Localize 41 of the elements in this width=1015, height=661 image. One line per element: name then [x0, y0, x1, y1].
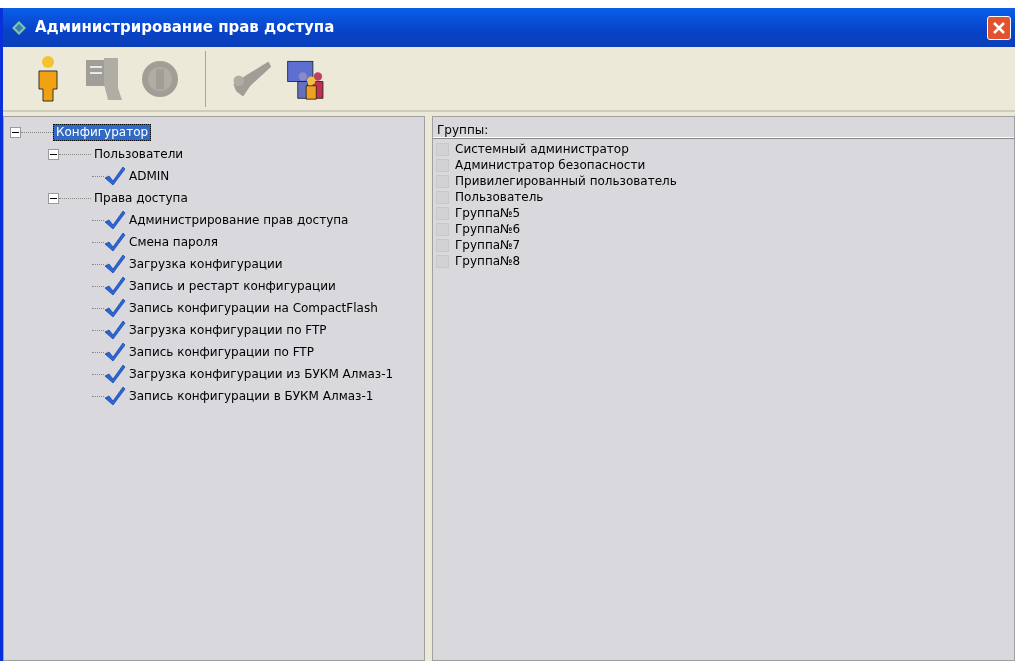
- group-label: Группа№8: [455, 253, 521, 270]
- tree-item[interactable]: Запись конфигурации по FTP: [126, 343, 317, 361]
- close-icon: [992, 20, 1006, 35]
- tree-item[interactable]: Администрирование прав доступа: [126, 211, 352, 229]
- collapse-toggle[interactable]: [48, 148, 59, 160]
- tree-item[interactable]: Загрузка конфигурации по FTP: [126, 321, 330, 339]
- checkmark-icon: [104, 210, 126, 230]
- collapse-toggle[interactable]: [48, 192, 59, 204]
- app-icon: [11, 19, 27, 36]
- close-button[interactable]: [987, 15, 1011, 40]
- tree-item[interactable]: Права доступа: [91, 189, 191, 207]
- checkmark-icon: [104, 254, 126, 274]
- group-label: Группа№6: [455, 221, 521, 238]
- groups-label: Группы:: [433, 117, 1014, 138]
- group-label: Пользователь: [455, 189, 544, 206]
- tree-item[interactable]: Загрузка конфигурации из БУКМ Алмаз-1: [126, 365, 397, 383]
- tree-item[interactable]: Пользователи: [91, 145, 187, 163]
- tree-item[interactable]: Запись и рестарт конфигурации: [126, 277, 339, 295]
- tree-item[interactable]: ADMIN: [126, 167, 173, 185]
- group-label: Системный администратор: [455, 141, 629, 158]
- tree-item[interactable]: Запись конфигурации на CompactFlash: [126, 299, 381, 317]
- checkmark-icon: [104, 386, 126, 406]
- tree-item[interactable]: Запись конфигурации в БУКМ Алмаз-1: [126, 387, 377, 405]
- collapse-toggle[interactable]: [10, 126, 21, 138]
- checkmark-icon: [104, 276, 126, 296]
- person-icon: [36, 54, 60, 103]
- checkmark-icon: [104, 320, 126, 340]
- group-label: Администратор безопасности: [455, 157, 646, 174]
- tree-item[interactable]: Загрузка конфигурации: [126, 255, 286, 273]
- checkmark-icon: [104, 232, 126, 252]
- checkmark-icon: [104, 342, 126, 362]
- checkmark-icon: [104, 298, 126, 318]
- group-label: Группа№5: [455, 205, 521, 222]
- checkmark-icon: [104, 364, 126, 384]
- tree-item[interactable]: Конфигуратор: [53, 123, 152, 141]
- group-label: Привилегированный пользователь: [455, 173, 677, 190]
- document-icon: [84, 55, 124, 102]
- window-title: Администрирование прав доступа: [35, 17, 335, 39]
- checkmark-icon: [104, 166, 126, 186]
- group-label: Группа№7: [455, 237, 521, 254]
- tree-item[interactable]: Смена пароля: [126, 233, 221, 251]
